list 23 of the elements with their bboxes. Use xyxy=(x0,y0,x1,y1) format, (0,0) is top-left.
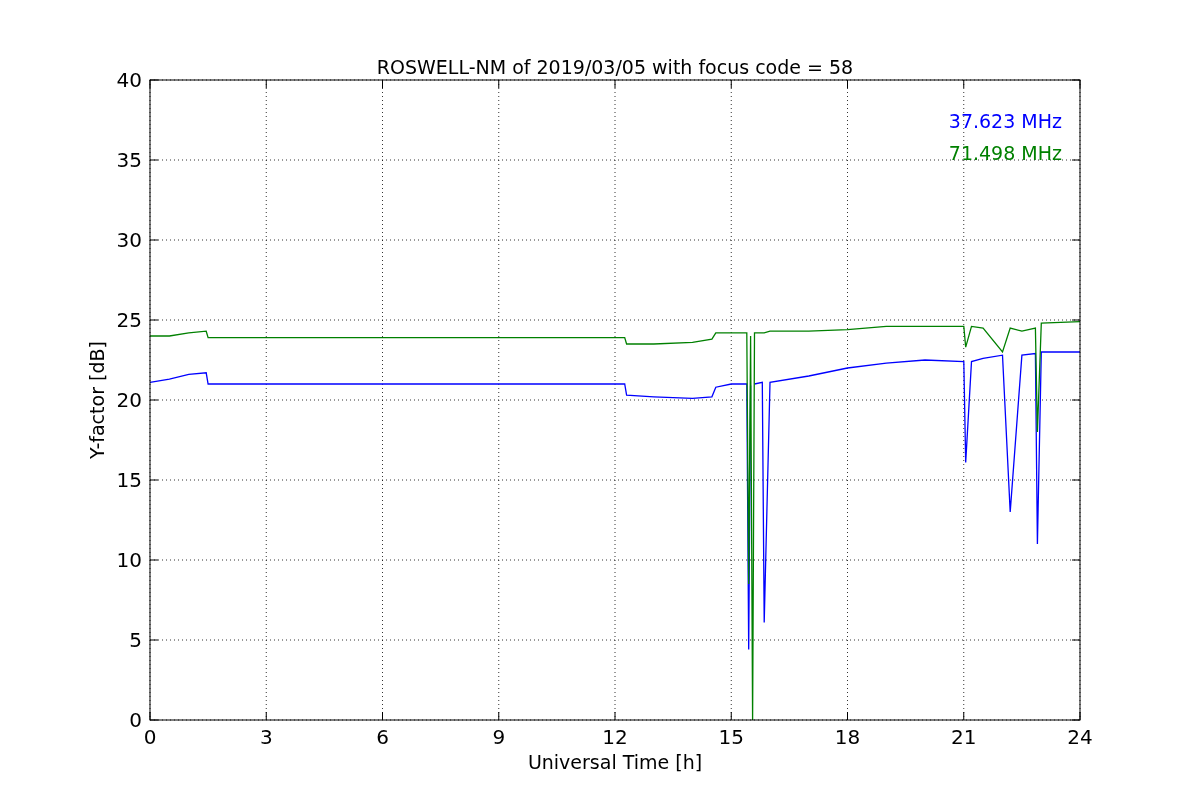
tick-label: 35 xyxy=(116,148,142,172)
tick-label: 0 xyxy=(129,708,142,732)
chart-title: ROSWELL-NM of 2019/03/05 with focus code = 58 xyxy=(376,56,854,78)
tick-label: 24 xyxy=(1067,725,1093,749)
tick-label: 9 xyxy=(492,725,506,749)
tick-label: 20 xyxy=(116,388,142,412)
axis-label: Universal Time [h] xyxy=(527,751,703,773)
legend-label: 71.498 MHz xyxy=(948,142,1062,164)
tick-label: 3 xyxy=(259,725,273,749)
tick-label: 5 xyxy=(129,628,142,652)
tick-label: 30 xyxy=(116,228,142,252)
tick-label: 21 xyxy=(951,725,977,749)
tick-label: 25 xyxy=(116,308,142,332)
tick-label: 15 xyxy=(116,468,142,492)
tick-label: 15 xyxy=(718,725,744,749)
tick-label: 10 xyxy=(116,548,142,572)
legend-label: 37.623 MHz xyxy=(948,110,1062,132)
tick-label: 0 xyxy=(143,725,157,749)
tick-label: 6 xyxy=(376,725,389,749)
tick-label: 18 xyxy=(834,725,861,749)
axis-label: Y-factor [dB] xyxy=(86,341,108,459)
tick-label: 12 xyxy=(602,725,628,749)
tick-label: 40 xyxy=(116,68,142,92)
